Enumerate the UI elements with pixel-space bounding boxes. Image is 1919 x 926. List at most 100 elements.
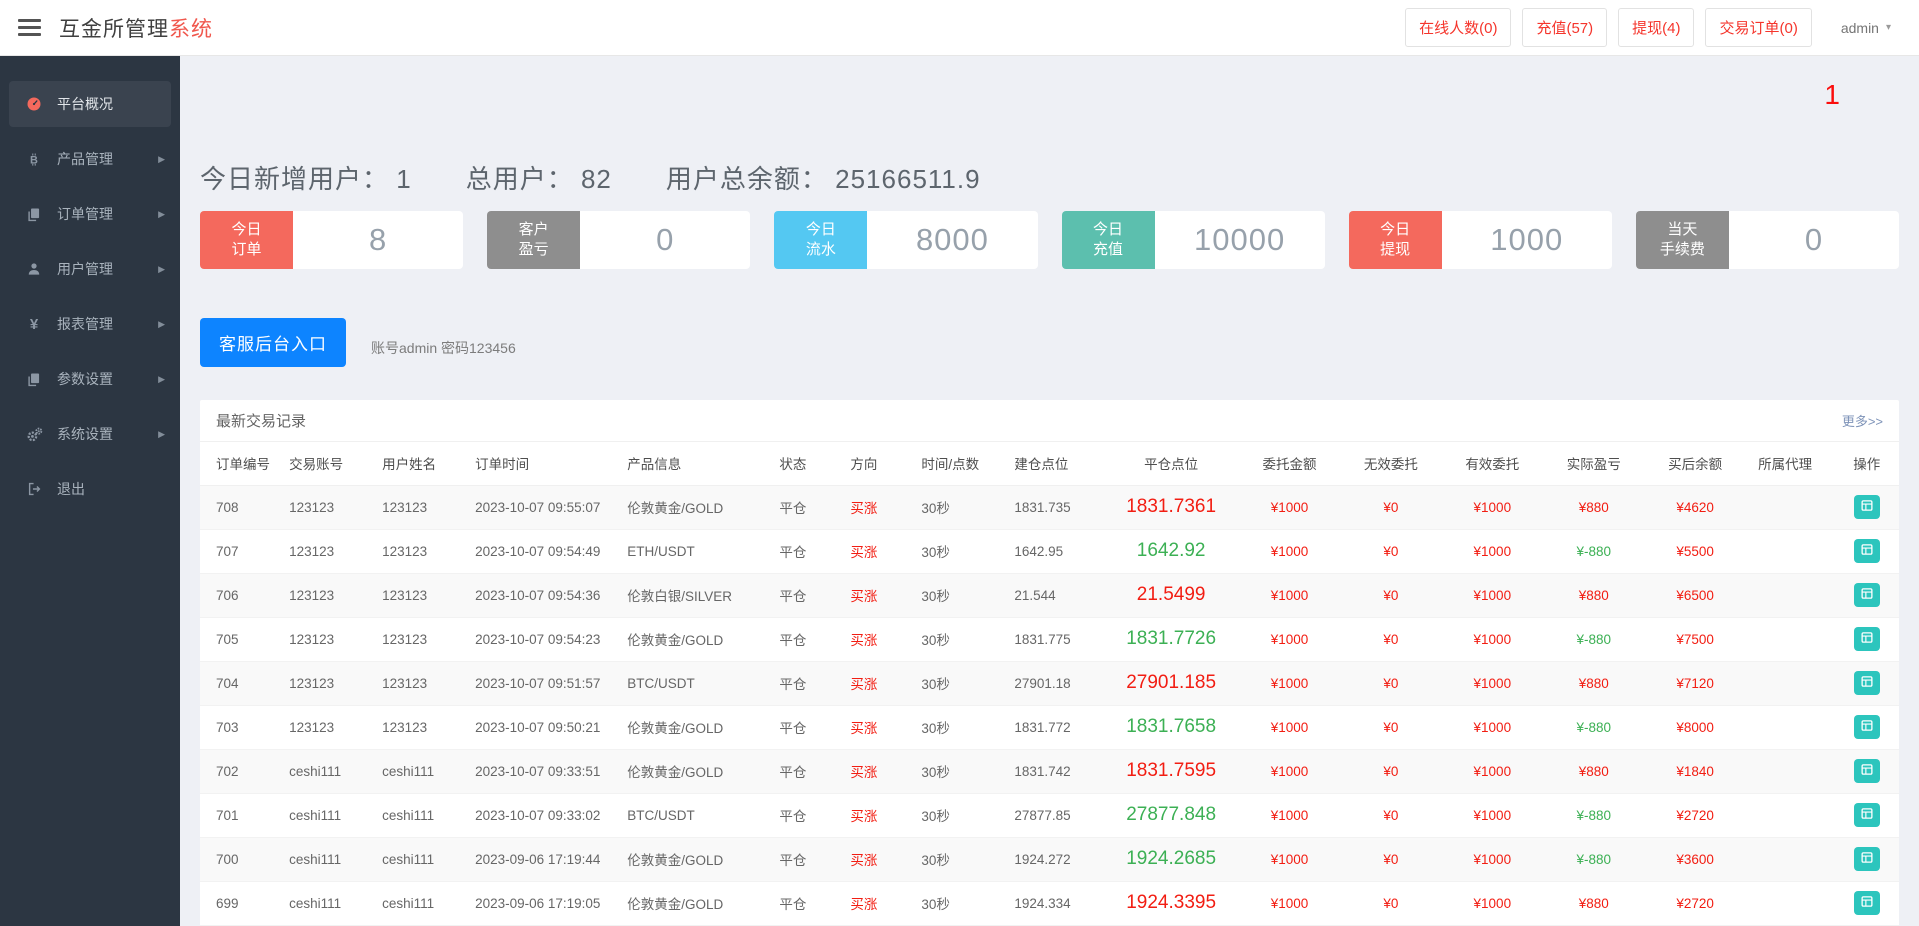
cell-agent: [1750, 881, 1835, 925]
user-dropdown[interactable]: admin ▾: [1831, 12, 1901, 44]
cell-entrust-amount: ¥1000: [1235, 617, 1345, 661]
action-cell: [1835, 529, 1899, 573]
stat-box-today-orders: 今日订单8: [200, 211, 463, 269]
row-detail-button[interactable]: [1854, 583, 1880, 607]
row-detail-button[interactable]: [1854, 539, 1880, 563]
page-title: 互金所管理系统: [59, 13, 213, 43]
row-detail-button[interactable]: [1854, 715, 1880, 739]
cell-valid-entrust: ¥1000: [1437, 793, 1547, 837]
cell-entrust-amount: ¥1000: [1235, 837, 1345, 881]
column-header: 时间/点数: [913, 442, 1006, 485]
service-portal-button[interactable]: 客服后台入口: [200, 318, 346, 367]
cell-status: 平仓: [771, 793, 842, 837]
cell-actual-pnl: ¥-880: [1547, 617, 1640, 661]
column-header: 操作: [1835, 442, 1899, 485]
cell-actual-pnl: ¥880: [1547, 485, 1640, 529]
sidebar-item-label: 系统设置: [57, 424, 113, 444]
cell-duration: 30秒: [913, 881, 1006, 925]
cell-agent: [1750, 573, 1835, 617]
cell-agent: [1750, 793, 1835, 837]
cell-product: 伦敦黄金/GOLD: [619, 881, 771, 925]
header-stat-button-deposits[interactable]: 充值(57): [1522, 8, 1607, 47]
stat-boxes: 今日订单8客户盈亏0今日流水8000今日充值10000今日提现1000当天手续费…: [200, 211, 1899, 269]
row-detail-button[interactable]: [1854, 803, 1880, 827]
cell-close-point: 21.5499: [1108, 573, 1235, 617]
params-icon: [24, 372, 44, 387]
column-header: 产品信息: [619, 442, 771, 485]
cell-direction: 买涨: [842, 749, 913, 793]
sidebar-item-system-settings[interactable]: 系统设置▶: [0, 411, 180, 457]
header-stat-button-online-users[interactable]: 在线人数(0): [1405, 8, 1511, 47]
sidebar-item-logout[interactable]: 退出: [0, 466, 180, 512]
cell-invalid-entrust: ¥0: [1344, 837, 1437, 881]
column-header: 委托金额: [1235, 442, 1345, 485]
summary-stats: 今日新增用户： 1总用户： 82用户总余额： 25166511.9: [200, 159, 1899, 196]
sidebar-item-platform-overview[interactable]: 平台概况: [9, 81, 171, 127]
cell-duration: 30秒: [913, 749, 1006, 793]
action-table-icon: [1860, 543, 1874, 559]
header-stat-button-withdrawals[interactable]: 提现(4): [1618, 8, 1694, 47]
cell-open-point: 1831.742: [1006, 749, 1107, 793]
cell-order-time: 2023-10-07 09:54:49: [467, 529, 619, 573]
chevron-right-icon: ▶: [158, 209, 165, 220]
action-cell: [1835, 881, 1899, 925]
logout-icon: [24, 482, 44, 496]
stat-box-label: 当天手续费: [1636, 211, 1729, 269]
svg-text:B: B: [30, 154, 38, 166]
cell-duration: 30秒: [913, 705, 1006, 749]
menu-toggle-icon[interactable]: [18, 15, 41, 40]
service-credentials-hint: 账号admin 密码123456: [371, 338, 516, 358]
cell-invalid-entrust: ¥0: [1344, 749, 1437, 793]
cell-invalid-entrust: ¥0: [1344, 573, 1437, 617]
chevron-right-icon: ▶: [158, 264, 165, 275]
cell-status: 平仓: [771, 573, 842, 617]
cell-valid-entrust: ¥1000: [1437, 837, 1547, 881]
stat-box-value: 0: [580, 211, 750, 269]
cell-direction: 买涨: [842, 617, 913, 661]
summary-stat-0: 今日新增用户： 1: [200, 159, 412, 196]
cell-valid-entrust: ¥1000: [1437, 529, 1547, 573]
action-cell: [1835, 661, 1899, 705]
cell-entrust-amount: ¥1000: [1235, 573, 1345, 617]
cell-invalid-entrust: ¥0: [1344, 793, 1437, 837]
sidebar-item-label: 退出: [57, 479, 85, 499]
stat-box-value: 8000: [867, 211, 1037, 269]
row-detail-button[interactable]: [1854, 891, 1880, 915]
row-detail-button[interactable]: [1854, 627, 1880, 651]
sidebar-item-order-management[interactable]: 订单管理▶: [0, 191, 180, 237]
cell-account: 123123: [281, 661, 374, 705]
row-detail-button[interactable]: [1854, 847, 1880, 871]
sidebar-item-user-management[interactable]: 用户管理▶: [0, 246, 180, 292]
summary-stat-1: 总用户： 82: [466, 159, 612, 196]
action-table-icon: [1860, 499, 1874, 515]
cell-valid-entrust: ¥1000: [1437, 881, 1547, 925]
topbar-quick-stats: 在线人数(0) 充值(57) 提现(4) 交易订单(0) admin ▾: [1405, 8, 1901, 47]
row-detail-button[interactable]: [1854, 759, 1880, 783]
cell-invalid-entrust: ¥0: [1344, 485, 1437, 529]
user-icon: [24, 262, 44, 276]
cell-username: 123123: [374, 529, 467, 573]
row-detail-button[interactable]: [1854, 495, 1880, 519]
cell-product: 伦敦白银/SILVER: [619, 573, 771, 617]
cell-close-point: 1831.7726: [1108, 617, 1235, 661]
cell-open-point: 1924.334: [1006, 881, 1107, 925]
dashboard-icon: [24, 96, 44, 112]
sidebar-item-product-management[interactable]: B产品管理▶: [0, 136, 180, 182]
stat-box-label: 今日充值: [1062, 211, 1155, 269]
cell-order-time: 2023-10-07 09:54:23: [467, 617, 619, 661]
sidebar-item-parameter-settings[interactable]: 参数设置▶: [0, 356, 180, 402]
sidebar-item-report-management[interactable]: ¥报表管理▶: [0, 301, 180, 347]
cell-actual-pnl: ¥-880: [1547, 793, 1640, 837]
cell-status: 平仓: [771, 837, 842, 881]
summary-value: 1: [396, 164, 411, 194]
cell-balance-after: ¥2720: [1640, 793, 1750, 837]
action-table-icon: [1860, 675, 1874, 691]
cell-close-point: 27877.848: [1108, 793, 1235, 837]
cell-entrust-amount: ¥1000: [1235, 793, 1345, 837]
header-stat-button-trade-orders[interactable]: 交易订单(0): [1705, 8, 1811, 47]
row-detail-button[interactable]: [1854, 671, 1880, 695]
more-link[interactable]: 更多>>: [1842, 411, 1883, 430]
service-row: 客服后台入口 账号admin 密码123456: [200, 318, 1899, 367]
table-row-705: 7051231231231232023-10-07 09:54:23伦敦黄金/G…: [200, 617, 1899, 661]
cell-valid-entrust: ¥1000: [1437, 661, 1547, 705]
